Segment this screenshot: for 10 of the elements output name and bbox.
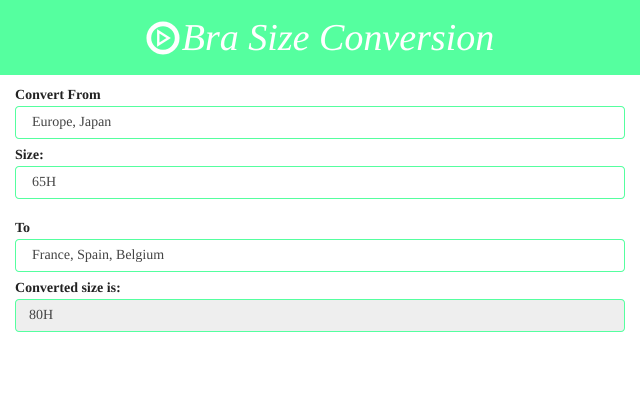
app-title: Bra Size Conversion xyxy=(182,16,494,60)
input-field[interactable]: 65H xyxy=(15,166,625,199)
field-label: Convert From xyxy=(15,88,102,104)
select-field[interactable]: France, Spain, Belgium xyxy=(15,239,625,272)
result-field: 80H xyxy=(15,299,625,332)
select-field[interactable]: Europe, Japan xyxy=(15,106,625,139)
field-label: Converted size is: xyxy=(15,281,122,297)
logo-icon xyxy=(146,20,180,54)
field-label: To xyxy=(15,221,32,237)
field-label: Size: xyxy=(15,148,45,164)
